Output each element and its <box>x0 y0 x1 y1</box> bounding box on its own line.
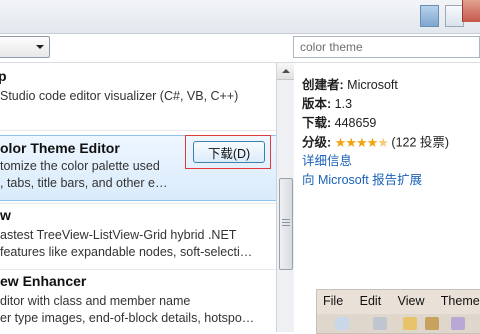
extension-title: w <box>0 207 11 223</box>
extension-details: 创建者: Microsoft 版本: 1.3 下载: 448659 分级: ★★… <box>302 76 480 190</box>
save-icon[interactable] <box>425 317 439 330</box>
divider <box>0 130 276 131</box>
creator-value: Microsoft <box>347 78 398 92</box>
window-icon[interactable] <box>420 5 439 27</box>
version-row: 版本: 1.3 <box>302 95 480 114</box>
tool-icon[interactable] <box>451 317 465 330</box>
search-input[interactable]: color theme <box>293 36 480 58</box>
divider <box>0 269 276 270</box>
chevron-down-icon <box>36 45 44 49</box>
close-button[interactable] <box>462 0 480 22</box>
star-icon: ★ <box>334 135 347 150</box>
list-item[interactable]: p Studio code editor visualizer (C#, VB,… <box>0 68 276 122</box>
grip-icon <box>282 222 290 223</box>
menu-edit[interactable]: Edit <box>360 294 382 308</box>
extension-description: astest TreeView-ListView-Grid hybrid .NE… <box>0 228 237 242</box>
top-toolbar <box>0 0 480 34</box>
downloads-label: 下载: <box>302 116 332 130</box>
extension-list: p Studio code editor visualizer (C#, VB,… <box>0 63 276 332</box>
menu-view[interactable]: View <box>398 294 425 308</box>
version-value: 1.3 <box>334 97 353 111</box>
rating-label: 分级: <box>302 135 332 150</box>
extension-description: features like expandable nodes, soft-sel… <box>0 245 253 259</box>
downloads-row: 下载: 448659 <box>302 114 480 133</box>
rating-row: 分级: ★★★★★ (122 投票) <box>302 133 480 152</box>
preview-window: File Edit View Theme <box>316 289 480 334</box>
open-folder-icon[interactable] <box>403 317 417 330</box>
grip-icon <box>282 219 290 220</box>
grip-icon <box>282 225 290 226</box>
preview-menubar: File Edit View Theme <box>323 294 480 308</box>
extension-title: p <box>0 68 7 84</box>
star-icon: ★ <box>366 135 379 150</box>
list-scrollbar[interactable] <box>276 63 294 332</box>
scrollbar-thumb[interactable] <box>279 178 293 270</box>
version-label: 版本: <box>302 97 332 111</box>
rating-stars: ★★★★★ <box>334 133 389 153</box>
menu-file[interactable]: File <box>323 294 343 308</box>
scroll-up-button[interactable] <box>277 63 294 80</box>
divider <box>0 203 276 204</box>
creator-label: 创建者: <box>302 78 344 92</box>
list-item[interactable]: w astest TreeView-ListView-Grid hybrid .… <box>0 207 276 267</box>
creator-row: 创建者: Microsoft <box>302 76 480 95</box>
chevron-up-icon <box>282 69 290 73</box>
rating-count: (122 投票) <box>391 135 450 150</box>
grid-icon[interactable] <box>373 317 387 330</box>
extension-description: Studio code editor visualizer (C#, VB, C… <box>0 89 239 103</box>
report-extension-link[interactable]: 向 Microsoft 报告扩展 <box>302 171 480 190</box>
highlight-box <box>185 135 271 169</box>
star-half-icon: ★ <box>377 135 389 150</box>
extension-description: er type images, end-of-block details, ho… <box>0 311 255 325</box>
menu-theme[interactable]: Theme <box>441 294 480 308</box>
extension-title: ew Enhancer <box>0 273 87 289</box>
downloads-value: 448659 <box>334 116 377 130</box>
list-item[interactable]: ew Enhancer ditor with class and member … <box>0 273 276 332</box>
more-info-link[interactable]: 详细信息 <box>302 152 480 171</box>
star-icon: ★ <box>345 135 357 150</box>
extension-description: , tabs, title bars, and other e… <box>0 176 168 190</box>
new-file-icon[interactable] <box>335 317 349 330</box>
preview-toolbar <box>317 314 480 333</box>
star-icon: ★ <box>355 135 368 150</box>
extension-description: ditor with class and member name <box>0 294 191 308</box>
sort-dropdown[interactable] <box>0 36 50 58</box>
